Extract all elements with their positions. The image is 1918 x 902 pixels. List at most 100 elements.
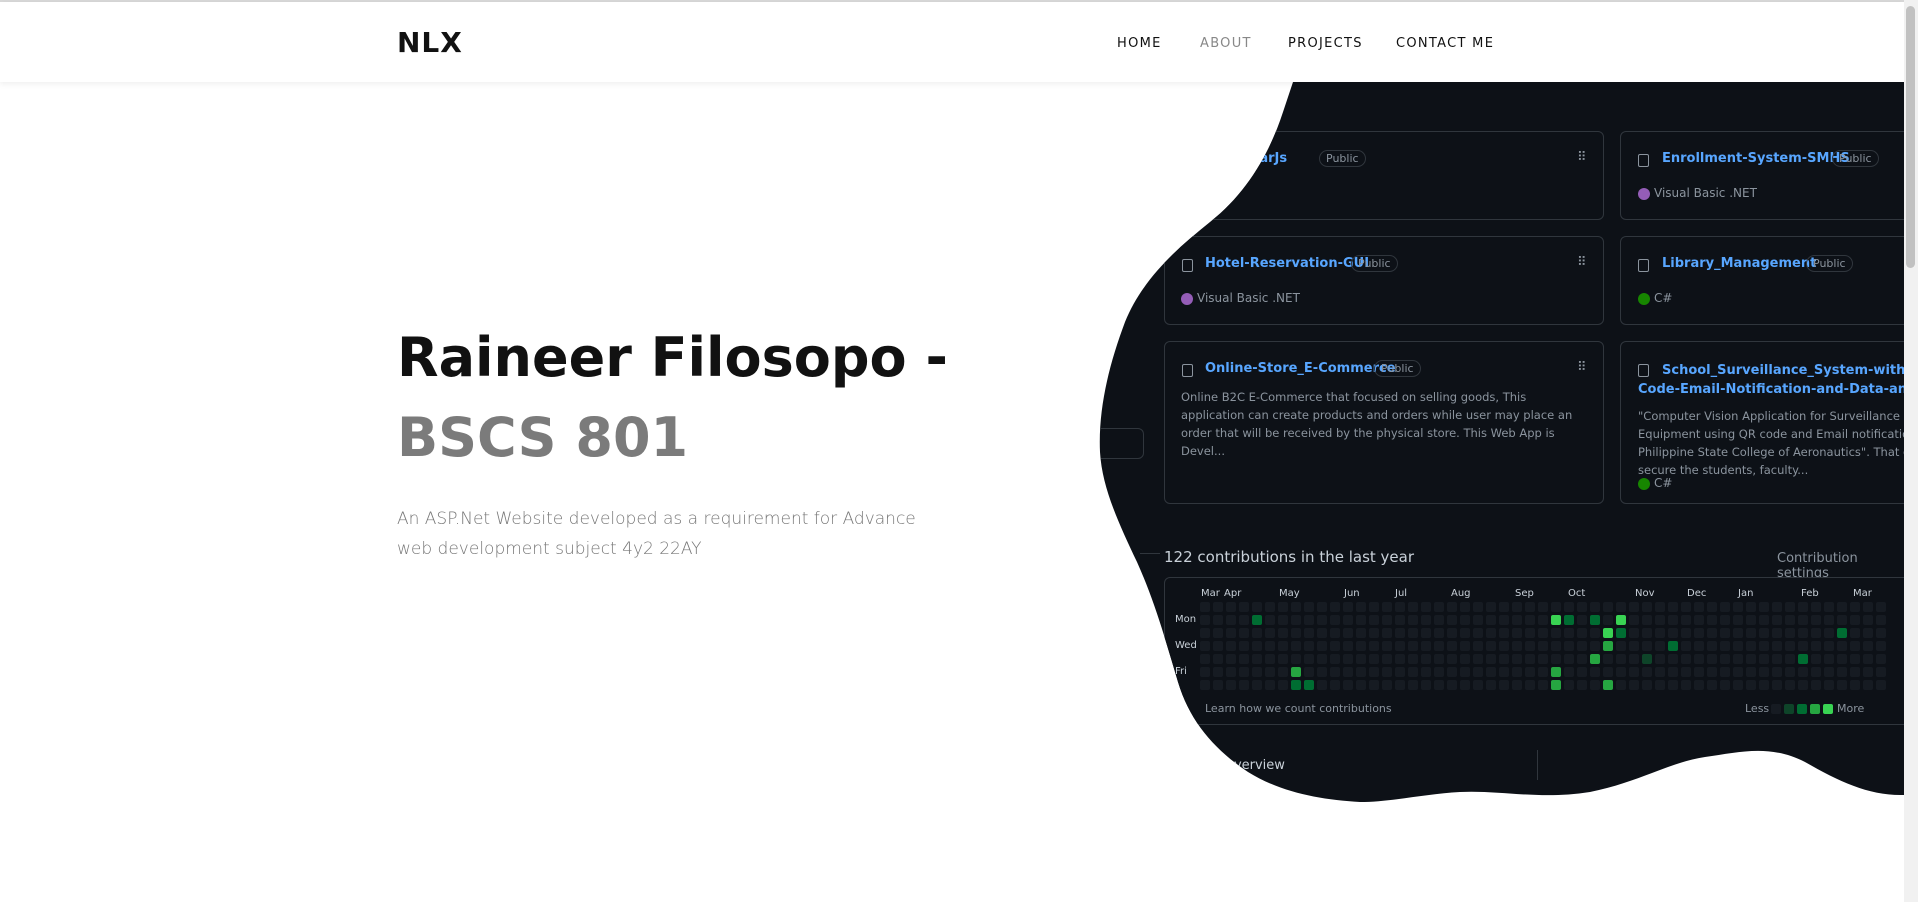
contribution-cell[interactable]	[1603, 641, 1613, 651]
contribution-cell[interactable]	[1590, 628, 1600, 638]
contribution-cell[interactable]	[1486, 667, 1496, 677]
contribution-cell[interactable]	[1668, 615, 1678, 625]
contribution-cell[interactable]	[1785, 602, 1795, 612]
nav-projects[interactable]: PROJECTS	[1288, 36, 1363, 51]
contribution-cell[interactable]	[1460, 641, 1470, 651]
contribution-cell[interactable]	[1291, 667, 1301, 677]
repo-card[interactable]: Online-Store_E-Commerce Public ⠿ Online …	[1164, 341, 1604, 504]
contribution-cell[interactable]	[1304, 680, 1314, 690]
contribution-cell[interactable]	[1330, 667, 1340, 677]
contribution-cell[interactable]	[1850, 615, 1860, 625]
contribution-cell[interactable]	[1499, 654, 1509, 664]
contribution-cell[interactable]	[1460, 667, 1470, 677]
contribution-cell[interactable]	[1824, 667, 1834, 677]
contribution-cell[interactable]	[1369, 602, 1379, 612]
contribution-cell[interactable]	[1213, 602, 1223, 612]
contribution-cell[interactable]	[1421, 680, 1431, 690]
contribution-cell[interactable]	[1317, 602, 1327, 612]
contribution-cell[interactable]	[1707, 654, 1717, 664]
contribution-cell[interactable]	[1564, 680, 1574, 690]
contribution-cell[interactable]	[1473, 680, 1483, 690]
contribution-cell[interactable]	[1356, 602, 1366, 612]
contribution-cell[interactable]	[1291, 654, 1301, 664]
contribution-cell[interactable]	[1811, 641, 1821, 651]
contribution-cell[interactable]	[1681, 602, 1691, 612]
contribution-cell[interactable]	[1213, 680, 1223, 690]
contribution-cell[interactable]	[1525, 667, 1535, 677]
contribution-cell[interactable]	[1538, 641, 1548, 651]
repo-name[interactable]: School_Surveillance_System-with-Face-QR-…	[1638, 361, 1904, 399]
repo-name-line[interactable]: Code-Email-Notification-and-Data-anaytic…	[1638, 382, 1904, 397]
contribution-cell[interactable]	[1512, 667, 1522, 677]
contribution-cell[interactable]	[1265, 667, 1275, 677]
contribution-cell[interactable]	[1343, 628, 1353, 638]
contribution-cell[interactable]	[1291, 628, 1301, 638]
contribution-cell[interactable]	[1551, 615, 1561, 625]
contribution-cell[interactable]	[1512, 628, 1522, 638]
contribution-cell[interactable]	[1525, 641, 1535, 651]
contribution-cell[interactable]	[1447, 602, 1457, 612]
contribution-cell[interactable]	[1746, 628, 1756, 638]
contribution-cell[interactable]	[1408, 641, 1418, 651]
contribution-cell[interactable]	[1694, 628, 1704, 638]
contribution-cell[interactable]	[1226, 641, 1236, 651]
contribution-cell[interactable]	[1486, 615, 1496, 625]
contribution-cell[interactable]	[1265, 641, 1275, 651]
contribution-cell[interactable]	[1824, 680, 1834, 690]
contribution-cell[interactable]	[1486, 628, 1496, 638]
contribution-cell[interactable]	[1629, 680, 1639, 690]
contribution-cell[interactable]	[1369, 615, 1379, 625]
contribution-cell[interactable]	[1785, 654, 1795, 664]
contribution-cell[interactable]	[1499, 680, 1509, 690]
contribution-cell[interactable]	[1707, 615, 1717, 625]
contribution-cell[interactable]	[1772, 602, 1782, 612]
contribution-cell[interactable]	[1395, 680, 1405, 690]
contribution-cell[interactable]	[1811, 654, 1821, 664]
contribution-cell[interactable]	[1538, 615, 1548, 625]
contribution-cell[interactable]	[1200, 680, 1210, 690]
contribution-cell[interactable]	[1824, 615, 1834, 625]
repo-card[interactable]: Library_Management Public C#	[1620, 236, 1904, 325]
contribution-cell[interactable]	[1200, 615, 1210, 625]
contribution-cell[interactable]	[1850, 680, 1860, 690]
contribution-cell[interactable]	[1733, 615, 1743, 625]
contribution-cell[interactable]	[1369, 654, 1379, 664]
contribution-cell[interactable]	[1681, 628, 1691, 638]
contribution-cell[interactable]	[1551, 641, 1561, 651]
contribution-cell[interactable]	[1395, 615, 1405, 625]
contribution-cell[interactable]	[1759, 615, 1769, 625]
contribution-cell[interactable]	[1252, 667, 1262, 677]
contribution-cell[interactable]	[1278, 628, 1288, 638]
contribution-cell[interactable]	[1577, 628, 1587, 638]
contribution-cell[interactable]	[1317, 654, 1327, 664]
contribution-cell[interactable]	[1694, 602, 1704, 612]
contribution-cell[interactable]	[1538, 628, 1548, 638]
contribution-cell[interactable]	[1330, 628, 1340, 638]
contribution-cell[interactable]	[1629, 667, 1639, 677]
contribution-cell[interactable]	[1655, 667, 1665, 677]
contribution-cell[interactable]	[1460, 654, 1470, 664]
contribution-cell[interactable]	[1564, 667, 1574, 677]
contribution-cell[interactable]	[1564, 615, 1574, 625]
contribution-cell[interactable]	[1590, 654, 1600, 664]
drag-handle-icon[interactable]: ⠿	[1577, 360, 1586, 375]
contribution-cell[interactable]	[1577, 615, 1587, 625]
contribution-cell[interactable]	[1655, 654, 1665, 664]
contribution-cell[interactable]	[1668, 641, 1678, 651]
contribution-cell[interactable]	[1824, 602, 1834, 612]
contribution-cell[interactable]	[1681, 680, 1691, 690]
contribution-cell[interactable]	[1343, 680, 1353, 690]
contribution-cell[interactable]	[1278, 641, 1288, 651]
contribution-cell[interactable]	[1512, 654, 1522, 664]
nav-home[interactable]: HOME	[1117, 36, 1162, 51]
contribution-cell[interactable]	[1564, 654, 1574, 664]
contribution-cell[interactable]	[1278, 602, 1288, 612]
contribution-cell[interactable]	[1200, 667, 1210, 677]
contribution-cell[interactable]	[1837, 615, 1847, 625]
contribution-cell[interactable]	[1681, 641, 1691, 651]
contribution-cell[interactable]	[1239, 641, 1249, 651]
contribution-cell[interactable]	[1629, 641, 1639, 651]
contribution-cell[interactable]	[1772, 615, 1782, 625]
repo-name[interactable]: Library_Management	[1662, 256, 1816, 271]
contribution-cell[interactable]	[1837, 654, 1847, 664]
